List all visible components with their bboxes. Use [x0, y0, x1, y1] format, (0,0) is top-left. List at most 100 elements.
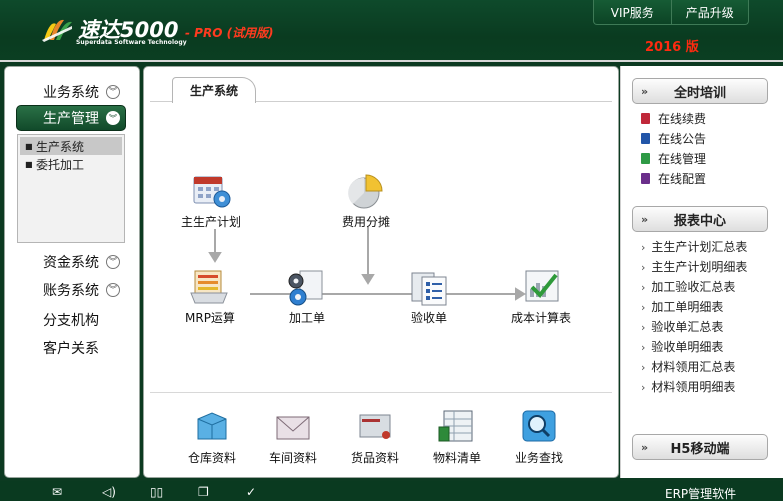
sidebar-item-crm[interactable]: 客户关系 [43, 338, 99, 358]
mobile-header[interactable]: » H5移动端 [632, 434, 768, 460]
report-link[interactable]: › 验收单汇总表 [641, 318, 723, 335]
sidebar: 业务系统 ︾ 生产管理 ︾ ■ 生产系统 ■ 委托加工 资金系统 ︾ 账务系统 … [4, 66, 140, 478]
flow-node-cost-allocation[interactable]: 费用分摊 [342, 171, 390, 230]
report-link[interactable]: › 加工单明细表 [641, 298, 723, 315]
shortcut-warehouse[interactable]: 仓库资料 [188, 407, 236, 466]
training-header[interactable]: » 全时培训 [632, 78, 768, 104]
production-submenu: ■ 生产系统 ■ 委托加工 [17, 134, 125, 243]
submenu-item-outsourcing[interactable]: ■ 委托加工 [20, 155, 122, 173]
sidebar-item-label: 业务系统 [43, 85, 99, 101]
main-panel: 生产系统 主生产计划 费用分摊 MRP运算 加工单 验收单 成本计算表 仓库资料… [143, 66, 619, 478]
flow-node-mrp[interactable]: MRP运算 [185, 267, 235, 326]
sidebar-item-label: 账务系统 [43, 283, 99, 299]
flow-node-label: MRP运算 [185, 311, 235, 325]
mobile-title: H5移动端 [670, 441, 730, 457]
book-icon [641, 133, 650, 144]
warehouse-box-icon [197, 412, 227, 440]
book-icon[interactable]: ▯▯ [150, 485, 163, 499]
calendar-gear-icon [193, 176, 231, 208]
flow-node-work-order[interactable]: 加工单 [284, 267, 330, 326]
pie-chart-icon [348, 174, 383, 209]
submenu-item-label: 生产系统 [36, 139, 85, 154]
sidebar-item-accounting[interactable]: 账务系统 ︾ [17, 279, 127, 301]
chevron-right-icon: › [641, 381, 646, 394]
report-label: 主生产计划汇总表 [651, 240, 748, 254]
upgrade-button[interactable]: 产品升级 [672, 0, 749, 24]
sidebar-item-label: 资金系统 [43, 255, 99, 271]
shortcut-business-search[interactable]: 业务查找 [515, 407, 563, 466]
check-circle-icon[interactable]: ✓ [246, 485, 256, 499]
book-icon [641, 153, 650, 164]
report-link[interactable]: › 材料领用明细表 [641, 378, 735, 395]
copy-icon[interactable]: ❐ [198, 485, 209, 499]
reports-title: 报表中心 [673, 213, 726, 229]
link-online-management[interactable]: 在线管理 [641, 150, 706, 167]
link-online-config[interactable]: 在线配置 [641, 170, 706, 187]
superdata-logo-icon [42, 19, 72, 42]
header-divider [0, 60, 783, 62]
flow-connectors [208, 227, 526, 301]
checklist-icon [411, 272, 447, 306]
submenu-item-production-system[interactable]: ■ 生产系统 [20, 137, 122, 155]
report-label: 主生产计划明细表 [651, 260, 748, 274]
flow-node-acceptance[interactable]: 验收单 [406, 267, 452, 326]
vip-service-button[interactable]: VIP服务 [594, 0, 672, 24]
shortcut-workshop[interactable]: 车间资料 [269, 407, 317, 466]
report-label: 加工单明细表 [651, 300, 724, 314]
double-chevron-down-icon: ︾ [106, 85, 120, 99]
double-chevron-down-icon: ︾ [106, 255, 120, 269]
report-link[interactable]: › 主生产计划汇总表 [641, 238, 747, 255]
shortcut-bom[interactable]: 物料清单 [433, 407, 481, 466]
footer-product-label: ERP管理软件 [665, 487, 737, 501]
flow-node-cost-sheet[interactable]: 成本计算表 [511, 267, 571, 326]
edition-label: - PRO (试用版) [185, 26, 274, 40]
report-label: 加工验收汇总表 [651, 280, 736, 294]
shortcut-goods[interactable]: 货品资料 [351, 407, 399, 466]
brand-tagline: Superdata Software Technology [76, 39, 187, 46]
chevron-right-icon: › [641, 241, 646, 254]
report-label: 验收单明细表 [651, 340, 724, 354]
chart-check-icon [525, 270, 559, 302]
speaker-icon[interactable]: ◁) [102, 485, 116, 499]
submenu-item-label: 委托加工 [36, 157, 85, 172]
flow-node-master-plan[interactable]: 主生产计划 [181, 171, 241, 230]
shortcut-label: 仓库资料 [188, 451, 237, 465]
shortcut-label: 物料清单 [433, 451, 482, 465]
training-title: 全时培训 [673, 85, 726, 101]
sidebar-item-funds[interactable]: 资金系统 ︾ [17, 251, 127, 273]
parcel-icon [359, 414, 391, 439]
flow-node-label: 成本计算表 [511, 311, 572, 325]
link-label: 在线管理 [658, 152, 707, 166]
report-link[interactable]: › 材料领用汇总表 [641, 358, 735, 375]
sidebar-item-branches[interactable]: 分支机构 [43, 310, 99, 330]
top-nav: VIP服务 产品升级 [593, 0, 749, 25]
link-online-renewal[interactable]: 在线续费 [641, 110, 706, 127]
book-icon [641, 173, 650, 184]
book-icon [641, 113, 650, 124]
report-link[interactable]: › 验收单明细表 [641, 338, 723, 355]
right-panel: » 全时培训 在线续费 在线公告 在线管理 在线配置 » 报表中心 › 主生产计划… [620, 66, 783, 478]
shortcut-label: 业务查找 [515, 451, 564, 465]
mail-icon[interactable]: ✉ [52, 485, 62, 499]
brand-logo: 速达5000 - PRO (试用版) Superdata Software Te… [42, 12, 302, 52]
report-link[interactable]: › 主生产计划明细表 [641, 258, 747, 275]
chevron-right-icon: › [641, 281, 646, 294]
sidebar-item-production[interactable]: 生产管理 ︾ [16, 105, 126, 131]
sidebar-item-business[interactable]: 业务系统 ︾ [17, 81, 127, 103]
status-bar: ✉ ◁) ▯▯ ❐ ✓ ERP管理软件 [0, 481, 783, 501]
stacked-folders-icon [190, 270, 228, 304]
link-label: 在线配置 [658, 172, 707, 186]
flow-node-label: 费用分摊 [342, 215, 391, 229]
link-label: 在线续费 [658, 112, 707, 126]
flow-node-label: 主生产计划 [181, 215, 242, 229]
reports-header[interactable]: » 报表中心 [632, 206, 768, 232]
double-chevron-down-icon: ︾ [106, 283, 120, 297]
report-label: 验收单汇总表 [651, 320, 724, 334]
flow-node-label: 验收单 [410, 311, 447, 325]
bullet-icon: ■ [25, 141, 33, 151]
envelope-icon [276, 416, 310, 440]
spreadsheet-icon [438, 410, 473, 442]
report-link[interactable]: › 加工验收汇总表 [641, 278, 735, 295]
link-online-notice[interactable]: 在线公告 [641, 130, 706, 147]
report-label: 材料领用汇总表 [651, 360, 736, 374]
